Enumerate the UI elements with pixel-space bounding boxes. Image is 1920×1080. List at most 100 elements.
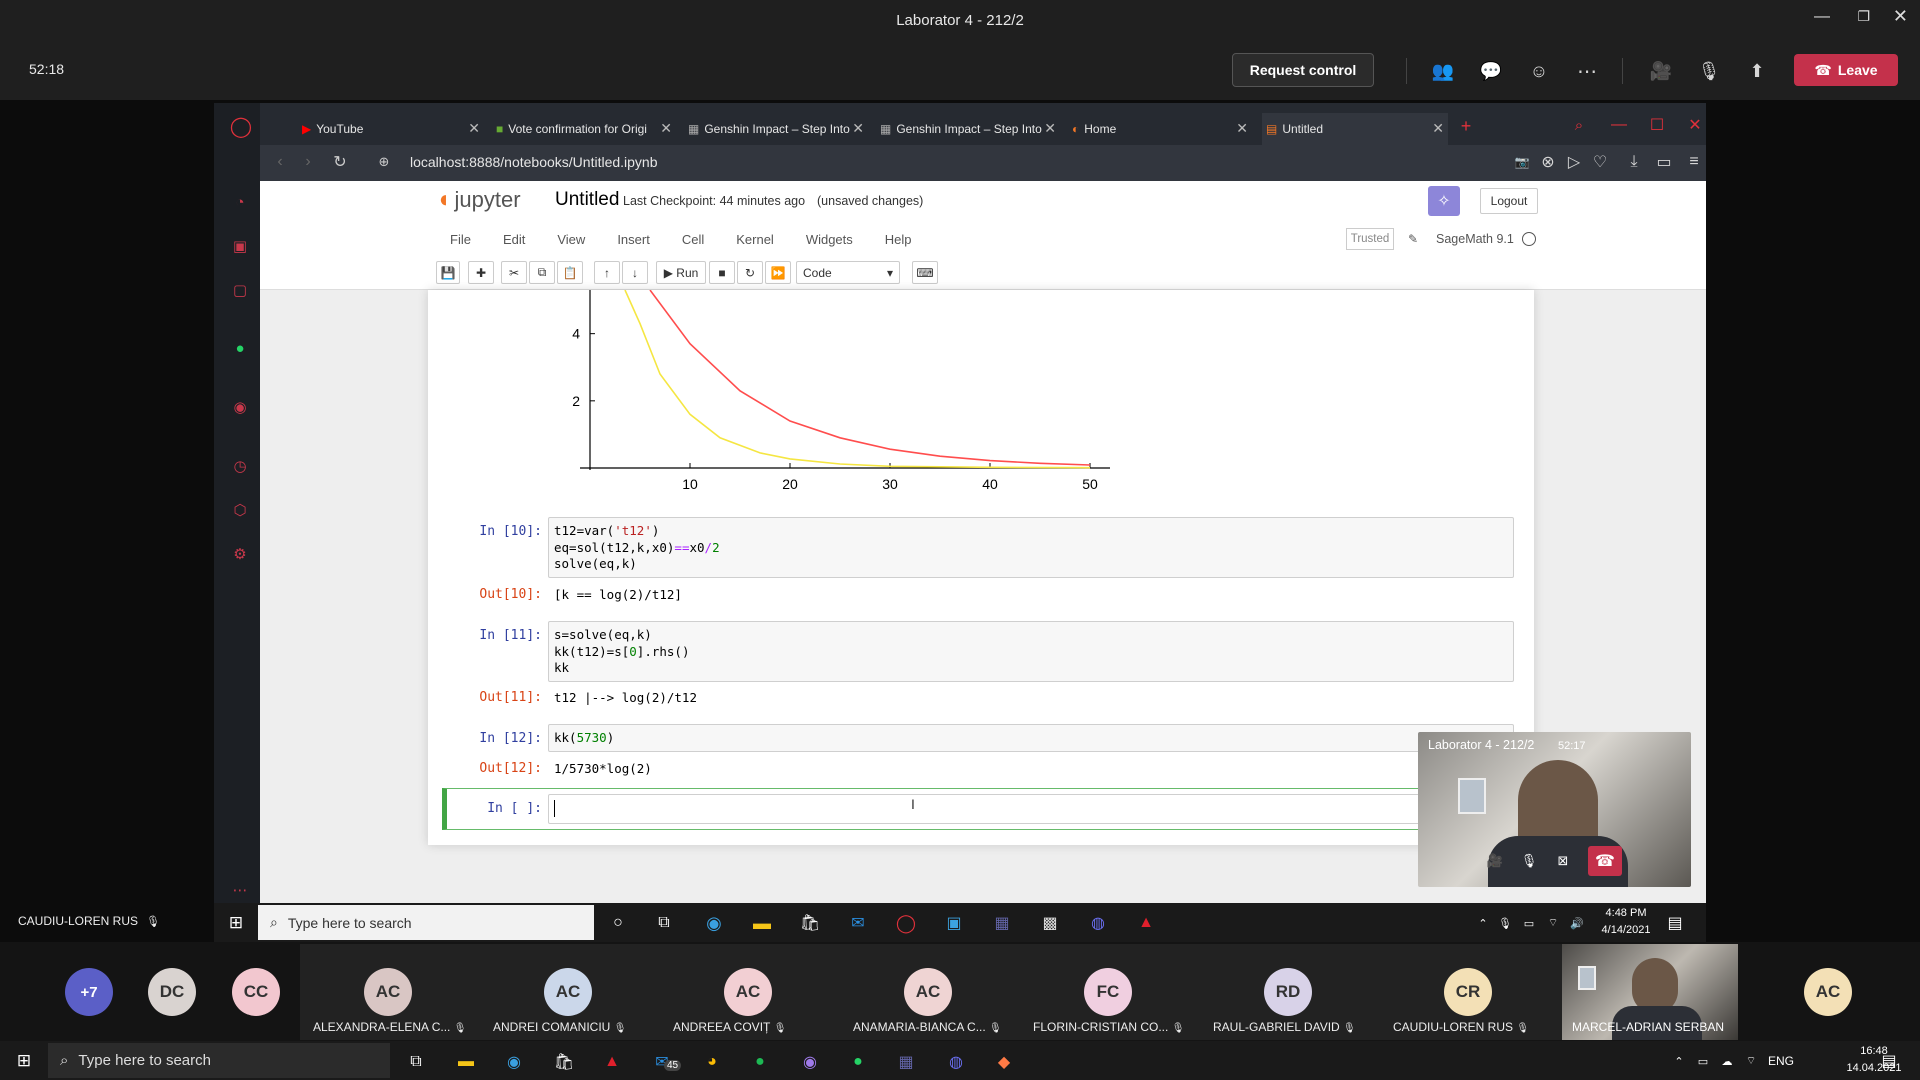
app-icon[interactable]: ▣: [942, 911, 966, 935]
minimize-icon[interactable]: —: [1814, 8, 1830, 26]
speed-dial-icon[interactable]: ◔: [230, 192, 250, 212]
heart-icon[interactable]: ♡: [1590, 152, 1610, 172]
pdf-icon[interactable]: ▲: [1134, 911, 1158, 935]
request-control-button[interactable]: Request control: [1232, 53, 1374, 87]
tab-close-icon[interactable]: ✕: [1236, 120, 1248, 137]
windows-start-icon[interactable]: ⊞: [224, 912, 248, 934]
mic-off-icon[interactable]: 🎙: [1696, 58, 1722, 84]
local-store-icon[interactable]: 🛍: [552, 1050, 576, 1074]
tab-vote[interactable]: ■ Vote confirmation for Origi ✕: [496, 116, 676, 142]
menu-file[interactable]: File: [450, 232, 471, 247]
avatar[interactable]: FC: [1084, 968, 1132, 1016]
tray-up-icon[interactable]: ⌃: [1474, 914, 1492, 932]
globe-app-icon[interactable]: ◍: [1086, 911, 1110, 935]
history-icon[interactable]: ◷: [230, 456, 250, 476]
paste-icon[interactable]: 📋: [557, 261, 583, 284]
avatar[interactable]: CC: [232, 968, 280, 1016]
more-options-icon[interactable]: ⋯: [1574, 58, 1600, 84]
restart-icon[interactable]: ↻: [737, 261, 763, 284]
local-whatsapp-icon[interactable]: ●: [846, 1050, 870, 1074]
local-tray-up-icon[interactable]: ⌃: [1670, 1052, 1688, 1070]
easy-setup-icon[interactable]: ≡: [1684, 152, 1704, 172]
edit-pencil-icon[interactable]: ✎: [1404, 230, 1422, 248]
menu-kernel[interactable]: Kernel: [736, 232, 774, 247]
podcast-icon[interactable]: ◉: [798, 1050, 822, 1074]
tab-close-icon[interactable]: ✕: [468, 120, 480, 137]
local-notification-icon[interactable]: ▤: [1878, 1050, 1900, 1072]
tab-untitled-active[interactable]: ▤ Untitled ✕: [1262, 113, 1448, 145]
remote-search-box[interactable]: ⌕ Type here to search: [258, 905, 594, 940]
local-pdf-icon[interactable]: ▲: [600, 1050, 624, 1074]
move-up-icon[interactable]: ↑: [594, 261, 620, 284]
back-icon[interactable]: ‹: [270, 152, 290, 172]
tray-mic-icon[interactable]: 🎙: [1496, 914, 1514, 932]
local-network-icon[interactable]: ▭: [1694, 1052, 1712, 1070]
player-icon[interactable]: ◉: [230, 397, 250, 417]
presenter-video-tile[interactable]: MARCEL-ADRIAN SERBAN: [1562, 944, 1738, 1040]
copy-icon[interactable]: ⧉: [529, 261, 555, 284]
chrome-icon[interactable]: ◕: [700, 1050, 724, 1074]
local-wifi-icon[interactable]: ⌔: [1742, 1052, 1760, 1070]
task-view-icon[interactable]: ⧉: [652, 911, 676, 935]
new-tab-icon[interactable]: +: [1456, 116, 1476, 136]
code-cell-11-source[interactable]: s=solve(eq,k) kk(t12)=s[0].rhs() kk: [554, 627, 689, 677]
spotify-icon[interactable]: ●: [748, 1050, 772, 1074]
reactions-icon[interactable]: ☺: [1526, 58, 1552, 84]
cortana-icon[interactable]: ○: [606, 911, 630, 935]
battery-saver-icon[interactable]: ▭: [1654, 152, 1674, 172]
menu-edit[interactable]: Edit: [503, 232, 525, 247]
run-all-icon[interactable]: ⏩: [765, 261, 791, 284]
sidebar-more-icon[interactable]: ⋯: [230, 880, 250, 900]
tab-close-icon[interactable]: ✕: [1432, 120, 1444, 137]
local-edge-icon[interactable]: ◉: [502, 1050, 526, 1074]
avatar[interactable]: AC: [1804, 968, 1852, 1016]
notification-icon[interactable]: ▤: [1664, 912, 1686, 934]
bag-icon[interactable]: ▣: [230, 236, 250, 256]
store-icon[interactable]: 🛍: [798, 911, 822, 935]
browser-close-icon[interactable]: ✕: [1684, 114, 1706, 136]
chat-icon[interactable]: 💬: [1478, 58, 1504, 84]
search-tabs-icon[interactable]: ⌕: [1568, 114, 1590, 136]
settings-icon[interactable]: ⚙: [230, 544, 250, 564]
close-icon[interactable]: ✕: [1893, 6, 1908, 27]
notebook-name[interactable]: Untitled: [555, 189, 619, 211]
move-down-icon[interactable]: ↓: [622, 261, 648, 284]
camera-off-icon[interactable]: 🎥: [1648, 58, 1674, 84]
language-indicator[interactable]: ENG: [1768, 1054, 1794, 1068]
tab-close-icon[interactable]: ✕: [660, 120, 672, 137]
local-explorer-icon[interactable]: ▬: [454, 1050, 478, 1074]
video-hangup-icon[interactable]: ☎: [1588, 846, 1622, 876]
tab-close-icon[interactable]: ✕: [852, 120, 864, 137]
mail-icon[interactable]: ✉: [846, 911, 870, 935]
keyboard-icon[interactable]: ⌨: [912, 261, 938, 284]
menu-cell[interactable]: Cell: [682, 232, 704, 247]
url-field[interactable]: localhost:8888/notebooks/Untitled.ipynb: [410, 154, 658, 170]
code-cell-12-source[interactable]: kk(5730): [554, 730, 614, 747]
download-icon[interactable]: ⤓: [1624, 152, 1644, 172]
tab-genshin-2[interactable]: ▦ Genshin Impact – Step Into ✕: [880, 116, 1060, 142]
site-info-icon[interactable]: ⊕: [374, 152, 394, 172]
participants-icon[interactable]: 👥: [1430, 58, 1456, 84]
menu-widgets[interactable]: Widgets: [806, 232, 853, 247]
opera-taskbar-icon[interactable]: ◯: [894, 911, 918, 935]
menu-view[interactable]: View: [557, 232, 585, 247]
paint-icon[interactable]: ◆: [992, 1050, 1016, 1074]
avatar[interactable]: AC: [724, 968, 772, 1016]
whatsapp-icon[interactable]: ●: [230, 338, 250, 358]
browser-maximize-icon[interactable]: ☐: [1646, 114, 1668, 136]
cell-type-select[interactable]: Code ▾: [796, 261, 900, 284]
run-button[interactable]: ▶ Run: [656, 261, 706, 284]
video-mic-off-icon[interactable]: 🎙: [1518, 850, 1540, 872]
menu-help[interactable]: Help: [885, 232, 912, 247]
kernel-name[interactable]: SageMath 9.1: [1436, 232, 1514, 246]
wifi-icon[interactable]: ⌔: [1544, 914, 1562, 932]
opera-logo-icon[interactable]: ◯: [229, 114, 253, 138]
package-icon[interactable]: ⬡: [230, 500, 250, 520]
tab-youtube[interactable]: ▶ YouTube ✕: [302, 116, 484, 142]
local-globe-app-icon[interactable]: ◍: [944, 1050, 968, 1074]
snapshot-icon[interactable]: 📷: [1512, 152, 1532, 172]
adblock-icon[interactable]: ⊗: [1538, 152, 1558, 172]
code-cell-10-source[interactable]: t12=var('t12') eq=sol(t12,k,x0)==x0/2 so…: [554, 523, 720, 573]
volume-icon[interactable]: 🔊: [1568, 914, 1586, 932]
onedrive-icon[interactable]: ☁: [1718, 1052, 1736, 1070]
